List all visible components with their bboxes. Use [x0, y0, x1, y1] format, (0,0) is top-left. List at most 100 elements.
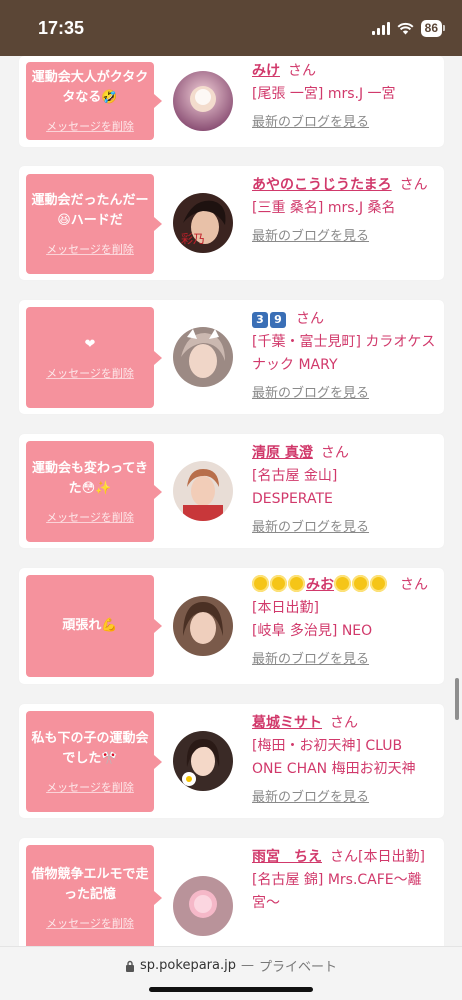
work-status: [本日出勤]	[358, 849, 425, 865]
delete-message-link[interactable]: メッセージを削除	[46, 365, 134, 381]
home-indicator	[149, 987, 313, 992]
message-card: 運動会も変わってきた😳✨ メッセージを削除 清原 真澄 さん [名古屋 金山] D…	[19, 434, 444, 548]
message-text: 私も下の子の運動会でした🎌	[31, 730, 149, 766]
star-icon	[252, 575, 269, 592]
latest-blog-link[interactable]: 最新のブログを見る	[252, 225, 436, 244]
message-card: 頑張れ💪 みお さん [本日出勤] [岐阜 多治見] NEO 最新のブログを見る	[19, 568, 444, 684]
message-bubble: 運動会も変わってきた😳✨ メッセージを削除	[26, 441, 162, 542]
url-display[interactable]: sp.pokepara.jp — プライベート	[0, 956, 462, 975]
message-card: 借物競争エルモで走った記憶 メッセージを削除 雨宮 ちえ さん[本日出勤] [名古…	[19, 838, 444, 946]
star-icon	[370, 575, 387, 592]
star-icon	[334, 575, 351, 592]
latest-blog-link[interactable]: 最新のブログを見る	[252, 382, 436, 401]
name-line: 葛城ミサト さん	[252, 712, 436, 735]
profile-name-link[interactable]: 葛城ミサト	[252, 715, 322, 731]
latest-blog-link[interactable]: 最新のブログを見る	[252, 648, 436, 667]
keycap-9-icon: 9	[270, 312, 286, 328]
scrollbar-thumb[interactable]	[455, 678, 459, 720]
status-time: 17:35	[38, 17, 85, 38]
name-line: みお さん	[252, 574, 436, 597]
delete-message-link[interactable]: メッセージを削除	[46, 509, 134, 525]
honorific: さん	[400, 577, 428, 593]
honorific: さん	[288, 63, 316, 79]
name-line: 3 9 さん	[252, 308, 436, 331]
honorific: さん	[330, 715, 358, 731]
shop-info: [三重 桑名] mrs.J 桑名	[252, 200, 396, 216]
star-icon	[270, 575, 287, 592]
shop-info: [尾張 一宮] mrs.J 一宮	[252, 86, 396, 102]
profile-name-link[interactable]: あやのこうじうたまろ	[252, 177, 392, 193]
profile-info: 雨宮 ちえ さん[本日出勤] [名古屋 錦] Mrs.CAFE〜離宮〜	[252, 846, 436, 915]
keycap-3-icon: 3	[252, 312, 268, 328]
profile-info: みけ さん [尾張 一宮] mrs.J 一宮 最新のブログを見る	[252, 60, 436, 130]
honorific: さん	[320, 445, 349, 461]
wifi-icon	[397, 22, 414, 35]
delete-message-link[interactable]: メッセージを削除	[46, 915, 134, 931]
profile-info: 清原 真澄 さん [名古屋 金山] DESPERATE 最新のブログを見る	[252, 442, 436, 535]
honorific: さん	[296, 311, 324, 327]
latest-blog-link[interactable]: 最新のブログを見る	[252, 786, 436, 805]
profile-info: 葛城ミサト さん [梅田・お初天神] CLUB ONE CHAN 梅田お初天神 最…	[252, 712, 436, 805]
name-line: あやのこうじうたまろ さん	[252, 174, 436, 197]
shop-info: [千葉・富士見町] カラオケスナック MARY	[252, 334, 436, 373]
honorific: さん	[399, 177, 428, 193]
work-status: [本日出勤]	[252, 600, 319, 616]
honorific: さん	[330, 849, 358, 865]
message-text: 頑張れ💪	[62, 618, 118, 633]
avatar[interactable]	[173, 461, 233, 521]
delete-message-link[interactable]: メッセージを削除	[46, 779, 134, 795]
shop-info: [梅田・お初天神] CLUB ONE CHAN 梅田お初天神	[252, 738, 416, 777]
avatar[interactable]	[173, 71, 233, 131]
shop-info: [名古屋 金山] DESPERATE	[252, 468, 338, 507]
status-bar: 17:35 86	[0, 0, 462, 56]
name-line: 雨宮 ちえ さん[本日出勤]	[252, 846, 436, 869]
avatar[interactable]	[173, 596, 233, 656]
svg-text:彩乃: 彩乃	[181, 232, 205, 246]
message-bubble: 頑張れ💪	[26, 575, 162, 677]
status-icons: 86	[371, 19, 446, 37]
message-text: 運動会だったんだー😆ハードだ	[31, 193, 149, 228]
profile-name-link[interactable]: みけ	[252, 63, 280, 79]
profile-name-link[interactable]: 39	[252, 311, 288, 328]
star-icon	[288, 575, 305, 592]
message-text: ❤	[84, 336, 96, 352]
profile-name-link[interactable]: 清原 真澄	[252, 445, 313, 461]
name-line: 清原 真澄 さん	[252, 442, 436, 465]
message-bubble: 運動会だったんだー😆ハードだ メッセージを削除	[26, 174, 162, 274]
browser-url-bar[interactable]: sp.pokepara.jp — プライベート	[0, 946, 462, 1000]
message-card: ❤ メッセージを削除 3 9 さん [千葉・富士見町] カラオケスナック MARY …	[19, 300, 444, 414]
delete-message-link[interactable]: メッセージを削除	[46, 118, 134, 134]
lock-icon	[126, 960, 135, 972]
shop-info: [名古屋 錦] Mrs.CAFE〜離宮〜	[252, 872, 422, 911]
avatar[interactable]	[173, 876, 233, 936]
profile-name-link[interactable]: 雨宮 ちえ	[252, 849, 322, 865]
profile-info: みお さん [本日出勤] [岐阜 多治見] NEO 最新のブログを見る	[252, 574, 436, 667]
avatar[interactable]	[173, 327, 233, 387]
message-text: 運動会大人がクタクタなる🤣	[31, 70, 149, 105]
message-text: 借物競争エルモで走った記憶	[31, 866, 149, 902]
message-text: 運動会も変わってきた😳✨	[32, 460, 148, 496]
star-icon	[352, 575, 369, 592]
latest-blog-link[interactable]: 最新のブログを見る	[252, 111, 436, 130]
latest-blog-link[interactable]: 最新のブログを見る	[252, 516, 436, 535]
url-separator: —	[240, 958, 254, 973]
avatar[interactable]: 彩乃	[173, 193, 233, 253]
message-bubble: 運動会大人がクタクタなる🤣 メッセージを削除	[26, 62, 162, 140]
message-bubble: ❤ メッセージを削除	[26, 307, 162, 408]
message-bubble: 借物競争エルモで走った記憶 メッセージを削除	[26, 845, 162, 946]
message-card: 運動会大人がクタクタなる🤣 メッセージを削除 みけ さん [尾張 一宮] mrs.…	[19, 56, 444, 147]
battery-icon: 86	[420, 19, 446, 37]
message-list[interactable]: 運動会大人がクタクタなる🤣 メッセージを削除 みけ さん [尾張 一宮] mrs.…	[0, 56, 462, 946]
name-line: みけ さん	[252, 60, 436, 83]
url-domain: sp.pokepara.jp	[140, 958, 236, 973]
message-bubble: 私も下の子の運動会でした🎌 メッセージを削除	[26, 711, 162, 812]
signal-icon	[371, 21, 390, 35]
avatar[interactable]	[173, 731, 233, 791]
profile-info: 3 9 さん [千葉・富士見町] カラオケスナック MARY 最新のブログを見る	[252, 308, 436, 401]
message-card: 運動会だったんだー😆ハードだ メッセージを削除 彩乃 あやのこうじうたまろ さん …	[19, 166, 444, 280]
profile-info: あやのこうじうたまろ さん [三重 桑名] mrs.J 桑名 最新のブログを見る	[252, 174, 436, 244]
shop-info: [岐阜 多治見] NEO	[252, 623, 373, 639]
delete-message-link[interactable]: メッセージを削除	[46, 241, 134, 257]
message-card: 私も下の子の運動会でした🎌 メッセージを削除 葛城ミサト さん [梅田・お初天神]…	[19, 704, 444, 818]
profile-name-link[interactable]: みお	[252, 575, 388, 593]
